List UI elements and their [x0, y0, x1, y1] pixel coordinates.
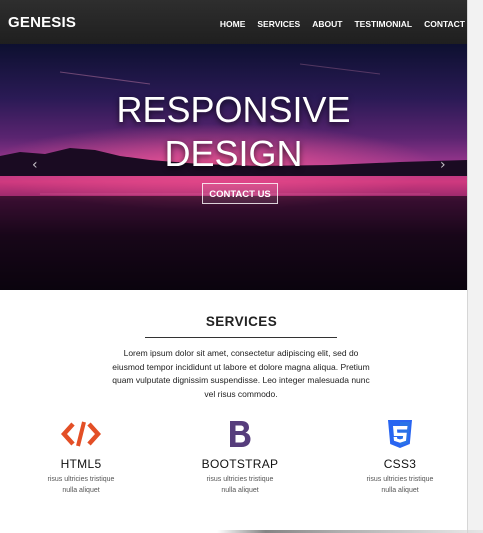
feature-title: BOOTSTRAP — [201, 457, 279, 471]
code-icon — [1, 416, 161, 452]
css3-icon — [320, 416, 467, 452]
feature-bootstrap: BOOTSTRAP risus ultricies tristique null… — [160, 416, 320, 496]
feature-description: risus ultricies tristique nulla aliquet — [206, 476, 274, 494]
nav-item-services[interactable]: SERVICES — [257, 19, 300, 29]
contact-us-button[interactable]: CONTACT US — [202, 183, 278, 204]
navbar: GENESIS HOME SERVICES ABOUT TESTIMONIAL … — [0, 0, 467, 44]
window-scrollbar-area[interactable] — [467, 0, 483, 533]
page: GENESIS HOME SERVICES ABOUT TESTIMONIAL … — [0, 0, 467, 533]
feature-css3: CSS3 risus ultricies tristique nulla ali… — [320, 416, 467, 496]
hero-carousel: ‹ › RESPONSIVE DESIGN CONTACT US — [0, 44, 467, 290]
nav-item-home[interactable]: HOME — [220, 19, 246, 29]
feature-description: risus ultricies tristique nulla aliquet — [47, 476, 115, 494]
brand-logo[interactable]: GENESIS — [8, 14, 76, 31]
feature-title: HTML5 — [60, 457, 102, 471]
nav-item-contact[interactable]: CONTACT — [424, 19, 465, 29]
nav-item-about[interactable]: ABOUT — [312, 19, 342, 29]
services-divider — [145, 337, 337, 338]
feature-title: CSS3 — [383, 457, 417, 471]
hero-title-line1: RESPONSIVE — [116, 89, 351, 130]
feature-html5: HTML5 risus ultricies tristique nulla al… — [1, 416, 161, 496]
hero-title-line2: DESIGN — [164, 133, 303, 174]
nav-item-testimonial[interactable]: TESTIMONIAL — [354, 19, 412, 29]
nav-menu: HOME SERVICES ABOUT TESTIMONIAL CONTACT — [208, 19, 465, 29]
services-heading: SERVICES — [205, 314, 278, 329]
services-description: Lorem ipsum dolor sit amet, consectetur … — [112, 348, 370, 399]
feature-description: risus ultricies tristique nulla aliquet — [366, 476, 434, 494]
bootstrap-icon — [160, 416, 320, 452]
